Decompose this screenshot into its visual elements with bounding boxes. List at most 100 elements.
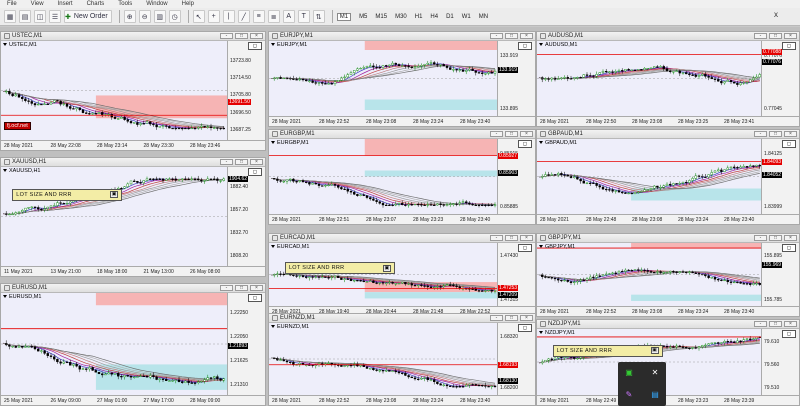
zoom-out-icon[interactable]: ⊖ bbox=[138, 10, 151, 23]
maximize-icon[interactable]: □ bbox=[505, 131, 518, 137]
chart-titlebar[interactable]: XAUUSD,H1 - □ × bbox=[1, 158, 265, 167]
maximize-icon[interactable]: □ bbox=[505, 315, 518, 321]
minimize-icon[interactable]: - bbox=[754, 33, 767, 39]
price-axis[interactable]: ◻ 1.22250 1.22050 1.21625 1.21310 1.21893 bbox=[227, 293, 265, 395]
timeframe-mn[interactable]: MN bbox=[479, 14, 488, 20]
close-icon[interactable]: × bbox=[520, 235, 533, 241]
chart-toggle-icon[interactable]: ◻ bbox=[518, 324, 532, 332]
chart-toggle-icon[interactable]: ◻ bbox=[782, 42, 796, 50]
chart-titlebar[interactable]: GBPAUD,M1 - □ × bbox=[537, 130, 799, 139]
chart-window-eurnzd[interactable]: EURNZD,M1- □ × EURNZD,M1 ◻ 1.68320 1.68200 1.68… bbox=[268, 313, 536, 406]
dropdown-triangle-icon[interactable] bbox=[271, 141, 275, 145]
close-icon[interactable]: × bbox=[784, 235, 797, 241]
dropdown-triangle-icon[interactable] bbox=[539, 245, 543, 249]
close-icon[interactable]: ✕ bbox=[650, 368, 660, 378]
camera-icon[interactable]: ▣ bbox=[110, 191, 119, 199]
chart-plot-area[interactable]: EURCAD,M1 LOT SIZE AND RRR ▣ bbox=[269, 243, 497, 306]
timeframe-h1[interactable]: H1 bbox=[415, 14, 423, 20]
menu-item[interactable]: Charts bbox=[80, 1, 112, 7]
chart-toggle-icon[interactable]: ◻ bbox=[518, 140, 532, 148]
chart-titlebar[interactable]: NZDJPY,M1 - □ × bbox=[537, 320, 799, 329]
minimize-icon[interactable]: - bbox=[220, 33, 233, 39]
close-icon[interactable]: × bbox=[784, 131, 797, 137]
time-axis[interactable]: 28 May 2021 28 May 22:08 28 May 23:14 28 Ma… bbox=[1, 140, 265, 150]
close-icon[interactable]: x bbox=[774, 10, 778, 19]
minimize-icon[interactable]: - bbox=[220, 159, 233, 165]
close-icon[interactable]: × bbox=[520, 33, 533, 39]
close-icon[interactable]: × bbox=[520, 131, 533, 137]
maximize-icon[interactable]: □ bbox=[505, 235, 518, 241]
new-order-button[interactable]: ✚ New Order bbox=[64, 10, 112, 23]
maximize-icon[interactable]: □ bbox=[769, 235, 782, 241]
dropdown-triangle-icon[interactable] bbox=[271, 43, 275, 47]
timeframe-d1[interactable]: D1 bbox=[446, 14, 454, 20]
chart-window-audusd[interactable]: AUDUSD,M1 - □ × AUDUSD,M1 ◻ 0.77076 0.77045 0.77… bbox=[536, 31, 800, 127]
dropdown-triangle-icon[interactable] bbox=[539, 43, 543, 47]
chart-plot-area[interactable]: EURGBP,M1 bbox=[269, 139, 497, 214]
menu-item[interactable]: File bbox=[0, 1, 24, 7]
label-icon[interactable]: T bbox=[297, 10, 310, 23]
camera-icon[interactable]: ▣ bbox=[650, 347, 659, 355]
price-axis[interactable]: ◻ 1882.40 1857.20 1832.70 1808.20 1904.62 bbox=[227, 167, 265, 266]
time-axis[interactable]: 28 May 2021 28 May 22:51 28 May 23:07 28 Ma… bbox=[269, 214, 535, 224]
timeframe-m1[interactable]: M1 bbox=[336, 12, 352, 21]
price-axis[interactable]: ◻ 79.610 79.560 79.510 bbox=[761, 329, 799, 395]
camera-icon[interactable]: ▣ bbox=[382, 264, 391, 272]
chart-plot-area[interactable]: XAUUSD,H1 LOT SIZE AND RRR ▣ bbox=[1, 167, 227, 266]
time-axis[interactable]: 28 May 2021 28 May 22:52 28 May 23:08 28 Ma… bbox=[269, 116, 535, 126]
fibonacci-icon[interactable]: ≣ bbox=[267, 10, 280, 23]
chart-window-gbpaud[interactable]: GBPAUD,M1 - □ × GBPAUD,M1 ◻ 1.84125 1.83999 1.84… bbox=[536, 129, 800, 225]
navigator-icon[interactable]: ☰ bbox=[49, 10, 61, 23]
maximize-icon[interactable]: □ bbox=[235, 159, 248, 165]
price-axis[interactable]: ◻ 13723.80 13714.50 13705.80 13696.50 13687.2… bbox=[227, 41, 265, 140]
chart-window-xauusd[interactable]: XAUUSD,H1- □ × XAUUSD,H1 LOT SIZE AND RRR ▣ ◻ 1… bbox=[0, 157, 266, 277]
timeframe-m30[interactable]: M30 bbox=[395, 14, 407, 20]
chart-toggle-icon[interactable]: ◻ bbox=[518, 42, 532, 50]
timeframe-w1[interactable]: W1 bbox=[462, 14, 471, 20]
chart-toggle-icon[interactable]: ◻ bbox=[782, 330, 796, 338]
lot-size-rrr-panel[interactable]: LOT SIZE AND RRR ▣ bbox=[284, 262, 395, 275]
price-axis[interactable]: ◻ 155.895 155.785 155.969 bbox=[761, 243, 799, 306]
period-icon[interactable]: ◷ bbox=[168, 10, 181, 23]
chart-toggle-icon[interactable]: ◻ bbox=[248, 294, 262, 302]
window-icon[interactable]: ▤ bbox=[650, 390, 660, 400]
maximize-icon[interactable]: □ bbox=[769, 33, 782, 39]
chart-toggle-icon[interactable]: ◻ bbox=[782, 244, 796, 252]
chart-titlebar[interactable]: EURNZD,M1 - □ × bbox=[269, 314, 535, 323]
maximize-icon[interactable]: □ bbox=[235, 285, 248, 291]
timeframe-h4[interactable]: H4 bbox=[430, 14, 438, 20]
text-icon[interactable]: A bbox=[282, 10, 295, 23]
chart-plot-area[interactable]: USTEC,M1 fj.ocf.net bbox=[1, 41, 227, 140]
tile-windows-icon[interactable]: ▥ bbox=[153, 10, 166, 23]
price-axis[interactable]: ◻ 1.68320 1.68200 1.68193 1.68130 bbox=[497, 323, 535, 395]
menu-item[interactable]: Window bbox=[139, 1, 174, 7]
close-icon[interactable]: × bbox=[784, 321, 797, 327]
dropdown-triangle-icon[interactable] bbox=[3, 43, 7, 47]
price-axis[interactable]: ◻ 0.77076 0.77045 0.77088 0.77076 bbox=[761, 41, 799, 116]
dropdown-triangle-icon[interactable] bbox=[3, 169, 7, 173]
zoom-in-icon[interactable]: ⊕ bbox=[123, 10, 136, 23]
chart-plot-area[interactable]: AUDUSD,M1 bbox=[537, 41, 761, 116]
minimize-icon[interactable]: - bbox=[220, 285, 233, 291]
chart-window-nzdjpy[interactable]: NZDJPY,M1- □ × NZDJPY,M1 LOT SIZE AND RRR ▣ ◻ 7… bbox=[536, 319, 800, 406]
minimize-icon[interactable]: - bbox=[754, 235, 767, 241]
chart-plot-area[interactable]: EURNZD,M1 bbox=[269, 323, 497, 395]
time-axis[interactable]: 11 May 2021 13 May 21:00 18 May 18:00 21 Ma… bbox=[1, 266, 265, 276]
close-icon[interactable]: × bbox=[250, 33, 263, 39]
dropdown-triangle-icon[interactable] bbox=[271, 245, 275, 249]
close-icon[interactable]: × bbox=[784, 33, 797, 39]
chart-plot-area[interactable]: EURJPY,M1 bbox=[269, 41, 497, 116]
chart-toggle-icon[interactable]: ◻ bbox=[782, 140, 796, 148]
time-axis[interactable]: 28 May 2021 28 May 22:48 28 May 23:08 28 Ma… bbox=[537, 214, 799, 224]
minimize-icon[interactable]: - bbox=[754, 131, 767, 137]
chart-plot-area[interactable]: GBPAUD,M1 bbox=[537, 139, 761, 214]
chart-window-eurgbp[interactable]: EURGBP,M1-□×EURGBP,M1◻0.859150.858850.85… bbox=[268, 129, 536, 225]
minimize-icon[interactable]: - bbox=[754, 321, 767, 327]
menu-item[interactable]: View bbox=[24, 1, 51, 7]
timeframe-m15[interactable]: M15 bbox=[375, 14, 387, 20]
trendline-icon[interactable]: ╱ bbox=[237, 10, 250, 23]
lot-size-rrr-panel[interactable]: LOT SIZE AND RRR ▣ bbox=[12, 188, 123, 201]
chart-titlebar[interactable]: USTEC,M1 - □ × bbox=[1, 32, 265, 41]
arrows-icon[interactable]: ⇅ bbox=[312, 10, 325, 23]
crosshair-icon[interactable]: + bbox=[207, 10, 220, 23]
